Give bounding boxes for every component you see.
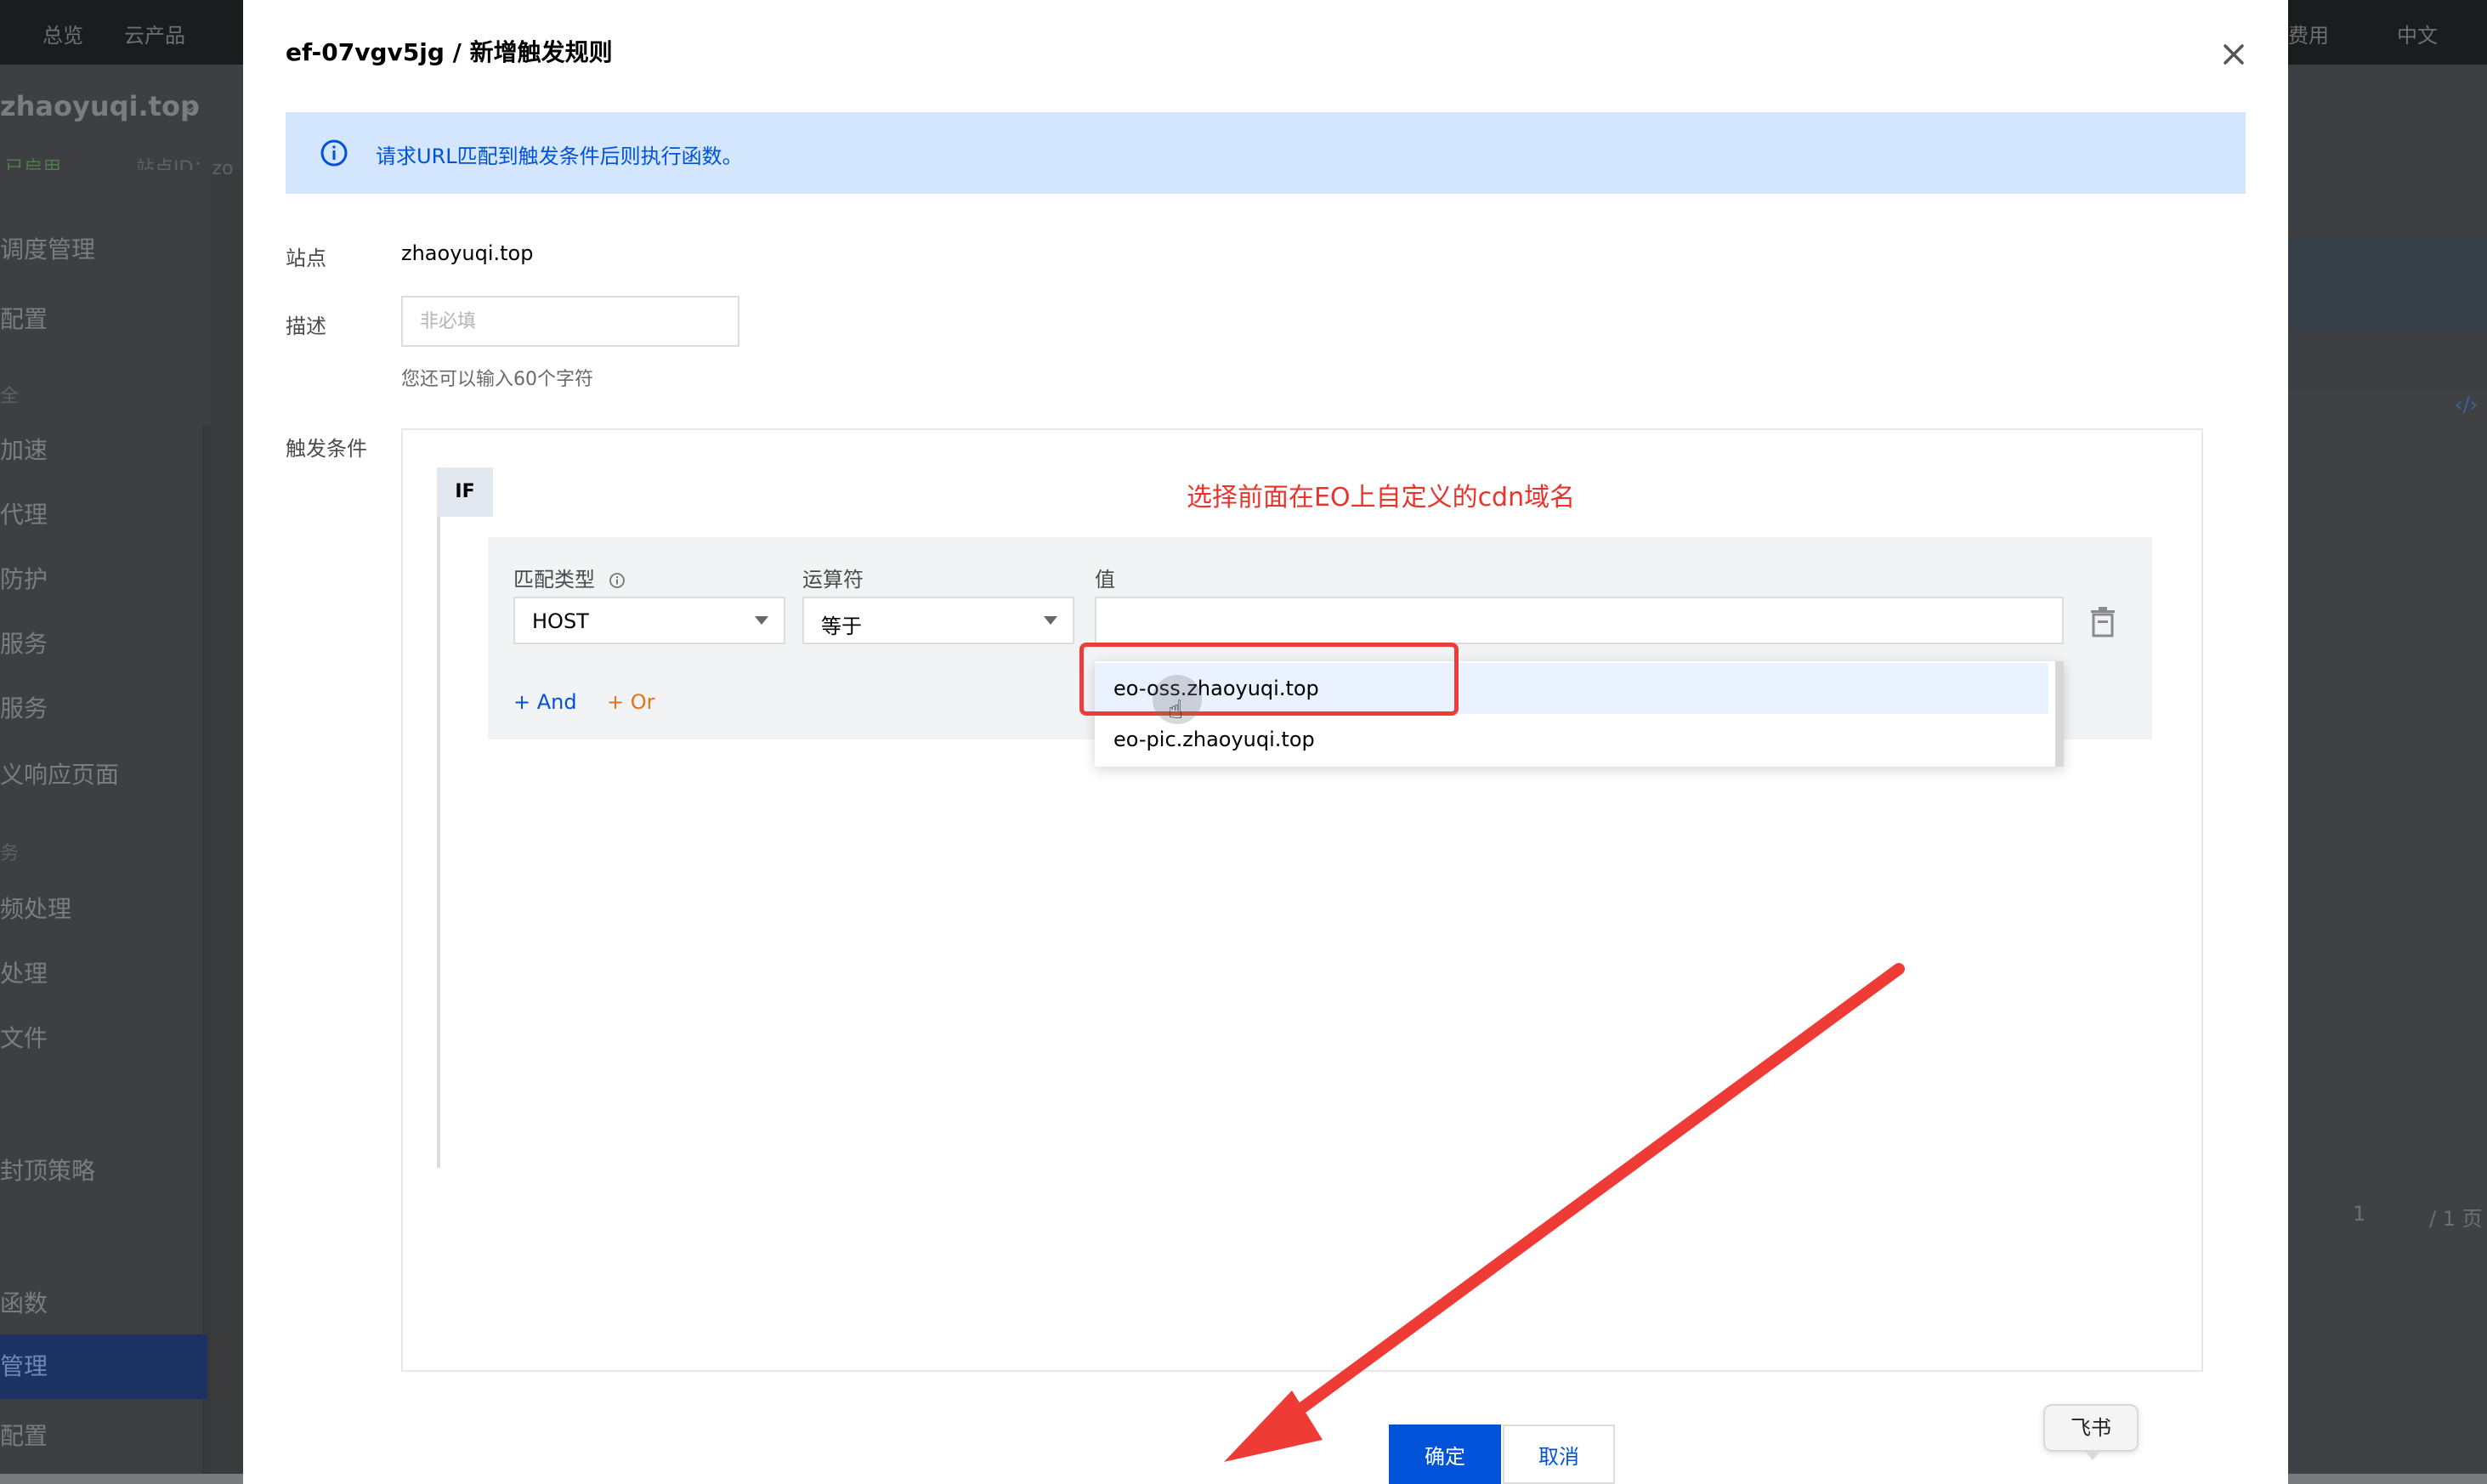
- operator-selected: 等于: [821, 615, 862, 638]
- code-icon: ‹/›: [2455, 393, 2479, 416]
- site-selector: zhaoyuqi.top: [0, 90, 200, 122]
- caret-down-icon: [755, 616, 768, 625]
- dropdown-option[interactable]: eo-oss.zhaoyuqi.top: [1095, 663, 2048, 714]
- if-branch-line: [437, 517, 440, 1168]
- nav-cloud-products: 云产品: [124, 24, 185, 48]
- background-band: [2288, 238, 2487, 331]
- modal-title: ef-07vgv5jg / 新增触发规则: [286, 38, 613, 66]
- char-count-hint: 您还可以输入60个字符: [401, 369, 593, 390]
- value-dropdown-list: eo-oss.zhaoyuqi.top eo-pic.zhaoyuqi.top: [1095, 661, 2064, 767]
- chevron-down-icon: ⌄: [182, 95, 198, 116]
- add-and-condition-button[interactable]: + And: [513, 690, 577, 714]
- site-value: zhaoyuqi.top: [401, 241, 534, 265]
- pagination-page: 1: [2353, 1202, 2366, 1226]
- nav-language: 中文: [2397, 24, 2438, 48]
- help-icon[interactable]: [609, 572, 626, 589]
- sidebar-item: 函数: [0, 1289, 48, 1317]
- sidebar-item: 加速: [0, 436, 48, 464]
- sidebar-item: 文件: [0, 1024, 48, 1052]
- site-label: 站点: [286, 246, 326, 270]
- sidebar-item: 义响应页面: [0, 761, 120, 789]
- trigger-condition-panel: IF 选择前面在EO上自定义的cdn域名 匹配类型 运算符 值 HOST 等于: [401, 428, 2203, 1372]
- background-card: [2288, 391, 2487, 1484]
- close-icon[interactable]: [2215, 36, 2252, 73]
- nav-billing: 费用: [2288, 24, 2329, 48]
- sidebar-item-config: 配置: [0, 1422, 48, 1450]
- sidebar-item: 服务: [0, 694, 48, 722]
- red-annotation-text: 选择前面在EO上自定义的cdn域名: [1187, 483, 1576, 513]
- sidebar-item: 调度管理: [0, 235, 96, 263]
- sidebar-item: 代理: [0, 501, 48, 529]
- sidebar-item-active: 管理: [0, 1334, 207, 1399]
- sidebar-item: 配置: [0, 305, 48, 333]
- cancel-button[interactable]: 取消: [1503, 1425, 1615, 1484]
- background-main-content: ‹/› 1 / 1 页: [2288, 170, 2487, 1484]
- sidebar-item: 服务: [0, 630, 48, 658]
- sidebar-item: 务: [0, 843, 20, 864]
- value-label: 值: [1095, 568, 1115, 592]
- sidebar-item: 频处理: [0, 895, 72, 923]
- description-input[interactable]: [401, 296, 739, 347]
- confirm-button[interactable]: 确定: [1389, 1425, 1501, 1484]
- sidebar-item: 处理: [0, 960, 48, 988]
- caret-down-icon: [1044, 616, 1057, 625]
- operator-select[interactable]: 等于: [802, 597, 1074, 644]
- value-input[interactable]: [1095, 597, 2064, 644]
- match-type-selected: HOST: [532, 609, 589, 633]
- sidebar-item: 全: [0, 386, 20, 407]
- trigger-condition-label: 触发条件: [286, 437, 367, 461]
- nav-overview: 总览: [42, 24, 83, 48]
- sidebar-item: 封顶策略: [0, 1157, 96, 1185]
- match-type-select[interactable]: HOST: [513, 597, 785, 644]
- background-sidebar: 调度管理 配置全加速 代理 防护 服务 服务 义响应页面务频处理 处理 文件 封顶策略 函数 管理 …: [0, 170, 211, 1484]
- pagination-total: / 1 页: [2429, 1207, 2483, 1231]
- dropdown-scrollbar[interactable]: [2055, 661, 2064, 767]
- delete-icon[interactable]: [2088, 605, 2118, 639]
- feishu-tooltip: 飞书: [2043, 1404, 2139, 1460]
- match-type-label: 匹配类型: [513, 563, 626, 592]
- dropdown-option[interactable]: eo-pic.zhaoyuqi.top: [1095, 714, 2048, 765]
- if-badge: IF: [437, 467, 493, 517]
- add-or-condition-button[interactable]: + Or: [607, 690, 655, 714]
- info-text: 请求URL匹配到触发条件后则执行函数。: [376, 144, 743, 168]
- description-label: 描述: [286, 314, 326, 338]
- sidebar-item: 防护: [0, 565, 48, 593]
- info-banner: 请求URL匹配到触发条件后则执行函数。: [286, 112, 2246, 194]
- operator-label: 运算符: [802, 568, 864, 592]
- sidebar-scrollbar: [202, 425, 211, 1479]
- info-icon: [320, 139, 348, 167]
